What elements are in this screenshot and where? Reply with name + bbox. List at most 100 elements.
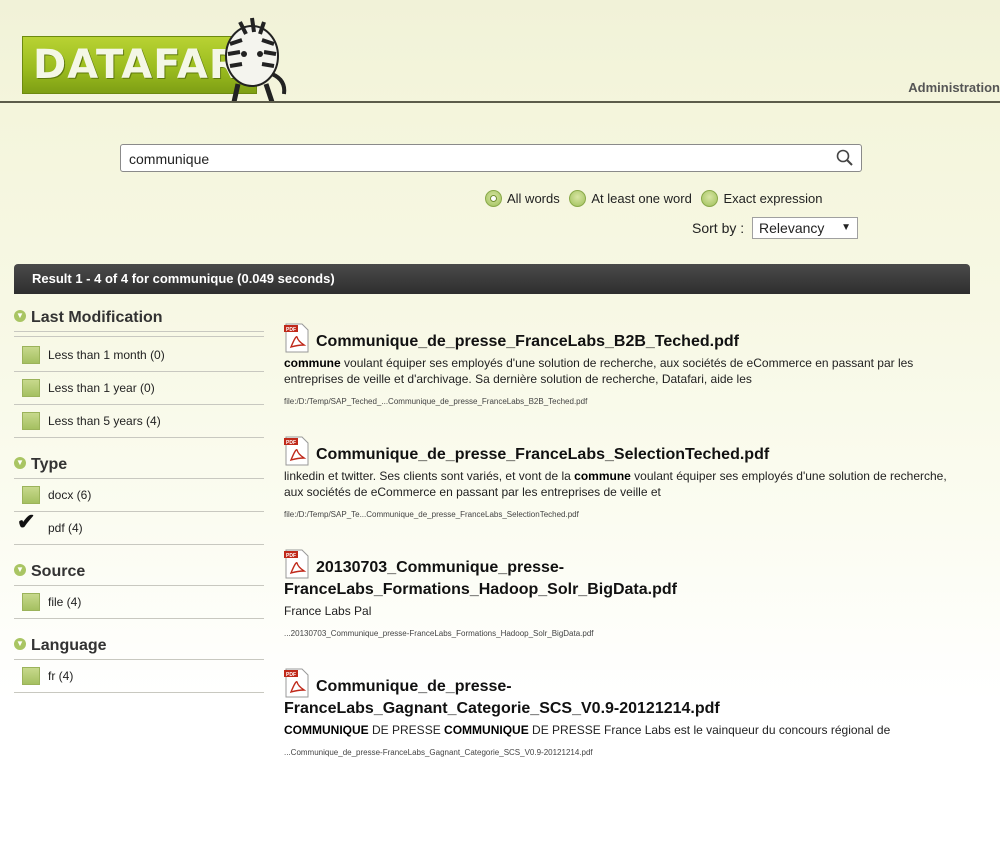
result-title-link-cont[interactable]: FranceLabs_Formations_Hadoop_Solr_BigDat… bbox=[284, 581, 677, 598]
facet-title-label: Type bbox=[31, 456, 68, 473]
result-title-link[interactable]: Communique_de_presse- bbox=[316, 678, 512, 695]
header: DATAFARI Administration bbox=[0, 0, 1000, 104]
radio-exact-expression[interactable] bbox=[701, 190, 719, 208]
result-url[interactable]: ...20130703_Communique_presse-FranceLabs… bbox=[284, 629, 954, 638]
facet-item[interactable]: ✔ pdf (4) bbox=[14, 509, 264, 545]
snippet-text: DE PRESSE France Labs est le vainqueur d… bbox=[528, 723, 891, 737]
result-head: PDF Communique_de_presse- FranceLabs_Gag… bbox=[284, 668, 954, 720]
result-snippet: France Labs Pal bbox=[284, 604, 372, 618]
pdf-file-icon: PDF bbox=[284, 668, 309, 698]
mode-label: At least one word bbox=[591, 191, 692, 207]
search-input[interactable] bbox=[127, 148, 831, 170]
pdf-file-icon: PDF bbox=[284, 323, 309, 353]
search-box[interactable] bbox=[120, 144, 862, 172]
svg-text:PDF: PDF bbox=[286, 327, 296, 333]
sort-label: Sort by : bbox=[692, 220, 745, 236]
facet-source: ▼ Source file (4) bbox=[14, 559, 264, 619]
facet-title-label: Source bbox=[31, 563, 86, 580]
header-divider bbox=[0, 101, 1000, 103]
result-snippet: linkedin et twitter. Ses clients sont va… bbox=[284, 468, 954, 500]
result-item: PDF Communique_de_presse_FranceLabs_B2B_… bbox=[284, 323, 954, 406]
result-title-link[interactable]: 20130703_Communique_presse- bbox=[316, 559, 564, 576]
search-icon[interactable] bbox=[835, 148, 855, 168]
mode-at-least-one-word[interactable]: At least one word bbox=[569, 190, 692, 208]
facet-last-modification: ▼ Last Modification Less than 1 month (0)… bbox=[14, 305, 264, 438]
facet-language: ▼ Language fr (4) bbox=[14, 633, 264, 693]
facet-title-label: Language bbox=[31, 637, 107, 654]
result-url[interactable]: file:/D:/Temp/SAP_Teched_...Communique_d… bbox=[284, 397, 954, 406]
facet-item-label: Less than 1 month (0) bbox=[48, 348, 165, 362]
facet-item[interactable]: Less than 1 month (0) bbox=[14, 339, 264, 372]
facet-checkbox[interactable] bbox=[22, 379, 40, 397]
result-url[interactable]: ...Communique_de_presse-FranceLabs_Gagna… bbox=[284, 748, 954, 757]
mode-label: Exact expression bbox=[723, 191, 823, 207]
facets-sidebar: ▼ Last Modification Less than 1 month (0)… bbox=[14, 305, 264, 707]
result-title-link[interactable]: Communique_de_presse_FranceLabs_Selectio… bbox=[316, 446, 769, 463]
result-title-link[interactable]: Communique_de_presse_FranceLabs_B2B_Tech… bbox=[316, 333, 739, 350]
svg-text:PDF: PDF bbox=[286, 440, 296, 446]
results-list: PDF Communique_de_presse_FranceLabs_B2B_… bbox=[284, 323, 954, 787]
result-head: PDF Communique_de_presse_FranceLabs_B2B_… bbox=[284, 323, 954, 353]
snippet-highlight: COMMUNIQUE bbox=[284, 723, 369, 737]
facet-title[interactable]: ▼ Last Modification bbox=[14, 305, 264, 332]
radio-at-least-one-word[interactable] bbox=[569, 190, 587, 208]
facet-title[interactable]: ▼ Type bbox=[14, 452, 264, 479]
result-head: PDF Communique_de_presse_FranceLabs_Sele… bbox=[284, 436, 954, 466]
snippet-highlight: commune bbox=[574, 469, 631, 483]
sort-selected-value: Relevancy bbox=[759, 220, 825, 236]
facet-item[interactable]: Less than 5 years (4) bbox=[14, 405, 264, 438]
administration-link[interactable]: Administration bbox=[908, 80, 1000, 95]
sort-select[interactable]: Relevancy ▼ bbox=[752, 217, 859, 239]
facet-item[interactable]: Less than 1 year (0) bbox=[14, 372, 264, 405]
snippet-text: DE PRESSE bbox=[368, 723, 445, 737]
facet-type: ▼ Type docx (6) ✔ pdf (4) bbox=[14, 452, 264, 545]
snippet-text: voulant équiper ses employés d'une solut… bbox=[284, 356, 914, 386]
snippet-highlight: commune bbox=[284, 356, 341, 370]
match-mode-options: All words At least one word Exact expres… bbox=[485, 190, 828, 210]
result-title-link-cont[interactable]: FranceLabs_Gagnant_Categorie_SCS_V0.9-20… bbox=[284, 700, 720, 717]
snippet-highlight: COMMUNIQUE bbox=[444, 723, 529, 737]
mode-label: All words bbox=[507, 191, 560, 207]
facet-checkbox[interactable] bbox=[22, 667, 40, 685]
checkmark-icon[interactable]: ✔ bbox=[17, 506, 35, 538]
facet-divider bbox=[14, 332, 264, 337]
zebra-mascot-icon bbox=[225, 17, 287, 103]
snippet-text: linkedin et twitter. Ses clients sont va… bbox=[284, 469, 575, 483]
collapse-icon: ▼ bbox=[14, 309, 26, 322]
collapse-icon: ▼ bbox=[14, 563, 26, 576]
result-summary-bar: Result 1 - 4 of 4 for communique (0.049 … bbox=[14, 264, 970, 294]
mode-exact-expression[interactable]: Exact expression bbox=[701, 190, 823, 208]
mode-all-words[interactable]: All words bbox=[485, 190, 560, 208]
facet-checkbox[interactable] bbox=[22, 486, 40, 504]
facet-item-label: Less than 1 year (0) bbox=[48, 381, 155, 395]
result-item: PDF 20130703_Communique_presse- FranceLa… bbox=[284, 549, 954, 638]
result-snippet: commune voulant équiper ses employés d'u… bbox=[284, 355, 954, 387]
facet-item[interactable]: fr (4) bbox=[14, 660, 264, 693]
facet-title[interactable]: ▼ Language bbox=[14, 633, 264, 660]
svg-text:PDF: PDF bbox=[286, 553, 296, 559]
radio-all-words[interactable] bbox=[485, 190, 502, 208]
facet-item-label: pdf (4) bbox=[48, 521, 83, 535]
result-url[interactable]: file:/D:/Temp/SAP_Te...Communique_de_pre… bbox=[284, 510, 954, 519]
svg-text:PDF: PDF bbox=[286, 672, 296, 678]
facet-item[interactable]: file (4) bbox=[14, 586, 264, 619]
result-head: PDF 20130703_Communique_presse- FranceLa… bbox=[284, 549, 954, 601]
facet-title-label: Last Modification bbox=[31, 309, 163, 326]
datafari-logo[interactable]: DATAFARI bbox=[22, 17, 287, 103]
facet-checkbox[interactable] bbox=[22, 346, 40, 364]
facet-item[interactable]: docx (6) bbox=[14, 479, 264, 512]
facet-item-label: file (4) bbox=[48, 595, 82, 609]
pdf-file-icon: PDF bbox=[284, 436, 309, 466]
sort-by: Sort by : Relevancy ▼ bbox=[692, 217, 859, 239]
facet-checkbox[interactable] bbox=[22, 593, 40, 611]
facet-title[interactable]: ▼ Source bbox=[14, 559, 264, 586]
result-item: PDF Communique_de_presse_FranceLabs_Sele… bbox=[284, 436, 954, 519]
facet-item-label: fr (4) bbox=[48, 669, 74, 683]
result-snippet: COMMUNIQUE DE PRESSE COMMUNIQUE DE PRESS… bbox=[284, 722, 954, 738]
pdf-file-icon: PDF bbox=[284, 549, 309, 579]
collapse-icon: ▼ bbox=[14, 637, 26, 650]
collapse-icon: ▼ bbox=[14, 456, 26, 469]
facet-item-label: Less than 5 years (4) bbox=[48, 414, 161, 428]
facet-checkbox[interactable] bbox=[22, 412, 40, 430]
result-item: PDF Communique_de_presse- FranceLabs_Gag… bbox=[284, 668, 954, 757]
